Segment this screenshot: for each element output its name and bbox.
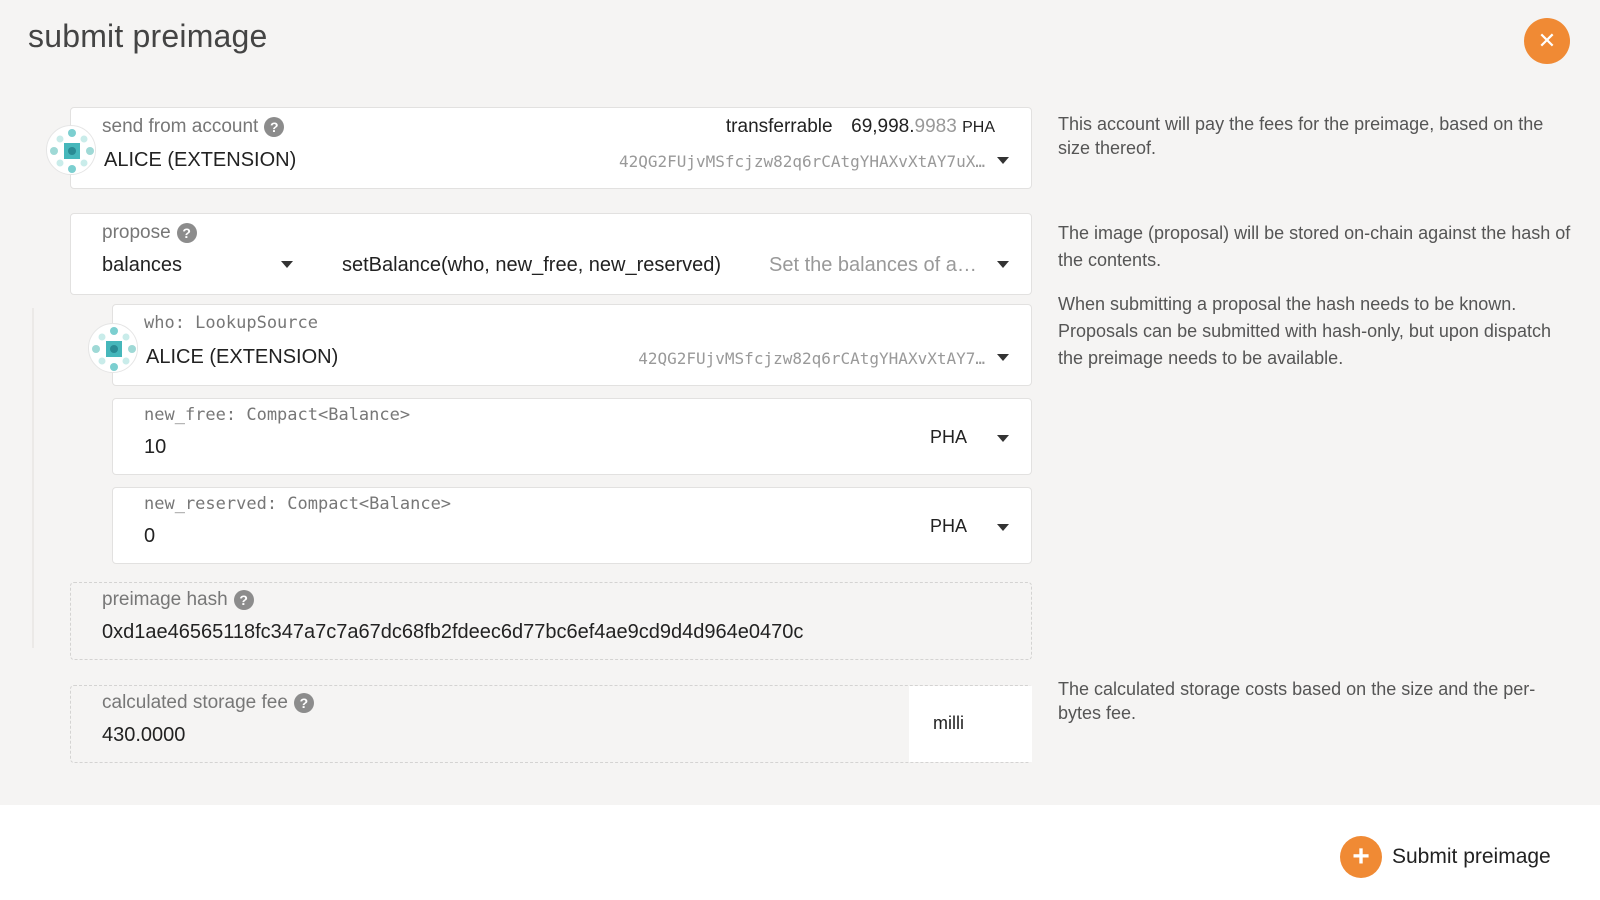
chevron-down-icon[interactable]: [997, 354, 1009, 361]
new-reserved-input[interactable]: 0: [144, 525, 155, 548]
propose-selector: propose ? balances setBalance(who, new_f…: [70, 213, 1032, 295]
who-selector[interactable]: who: LookupSource ALICE (EXTENSION) 42QG…: [112, 304, 1032, 386]
help-icon[interactable]: ?: [176, 223, 197, 243]
help-icon[interactable]: ?: [233, 590, 254, 610]
storage-fee-unit-box: milli: [909, 686, 1032, 762]
chevron-down-icon[interactable]: [997, 157, 1009, 164]
account-label-row: send from account ?: [102, 116, 285, 138]
modal-header: submit preimage ✕: [0, 0, 1600, 80]
chevron-down-icon[interactable]: [997, 524, 1009, 531]
modal-title: submit preimage: [28, 18, 268, 54]
method-chevron-down-icon[interactable]: [997, 261, 1009, 268]
modal-footer: + Submit preimage: [0, 805, 1600, 900]
account-selector[interactable]: send from account ? ALICE (EXTENSION) tr…: [70, 107, 1032, 189]
section-dropdown[interactable]: balances: [102, 254, 182, 277]
new-reserved-field: new_reserved: Compact<Balance> 0 PHA: [112, 487, 1032, 564]
help-icon[interactable]: ?: [293, 693, 314, 713]
balance-unit: PHA: [962, 119, 995, 136]
account-address: 42QG2FUjvMSfcjzw82q6rCAtgYHAXvXtAY7uX…: [618, 152, 985, 171]
who-label: who: LookupSource: [144, 313, 318, 333]
close-icon: ✕: [1537, 28, 1557, 53]
account-label: send from account: [102, 116, 259, 137]
propose-help-2: When submitting a proposal the hash need…: [1058, 294, 1551, 368]
storage-fee-unit: milli: [933, 713, 964, 733]
new-reserved-unit-select[interactable]: PHA: [930, 516, 967, 537]
submit-preimage-modal: submit preimage ✕ send from account ? AL…: [0, 0, 1600, 900]
method-description: Set the balances of a…: [769, 254, 977, 276]
section-chevron-down-icon[interactable]: [281, 261, 293, 268]
account-name: ALICE (EXTENSION): [104, 149, 297, 171]
balance-decimal: 9983: [914, 116, 957, 137]
who-avatar: [88, 323, 138, 373]
preimage-hash-label-row: preimage hash ?: [102, 589, 254, 611]
account-help: This account will pay the fees for the p…: [1058, 114, 1544, 158]
storage-fee-help: The calculated storage costs based on th…: [1058, 679, 1536, 723]
close-button[interactable]: ✕: [1524, 18, 1570, 64]
account-avatar: [46, 125, 96, 175]
chevron-down-icon[interactable]: [997, 435, 1009, 442]
new-reserved-label: new_reserved: Compact<Balance>: [144, 494, 452, 514]
storage-fee-value: 430.0000: [102, 724, 186, 746]
propose-label-row: propose ?: [102, 222, 197, 244]
new-free-field: new_free: Compact<Balance> 10 PHA: [112, 398, 1032, 475]
storage-fee-field: calculated storage fee ? 430.0000 milli: [70, 685, 1032, 763]
storage-fee-label: calculated storage fee: [102, 692, 288, 713]
submit-preimage-label: Submit preimage: [1392, 845, 1551, 868]
params-indent-line: [32, 308, 34, 648]
propose-help-1: The image (proposal) will be stored on-c…: [1058, 223, 1571, 270]
who-name: ALICE (EXTENSION): [146, 346, 339, 368]
new-free-label: new_free: Compact<Balance>: [144, 405, 411, 425]
new-free-input[interactable]: 10: [144, 436, 166, 459]
storage-fee-label-row: calculated storage fee ?: [102, 692, 314, 714]
help-icon[interactable]: ?: [264, 117, 285, 137]
propose-label: propose: [102, 222, 171, 243]
preimage-hash-field: preimage hash ? 0xd1ae46565118fc347a7c7a…: [70, 582, 1032, 660]
transferrable-label: transferrable: [725, 116, 833, 137]
new-free-unit-select[interactable]: PHA: [930, 427, 967, 448]
method-dropdown[interactable]: setBalance(who, new_free, new_reserved): [342, 254, 721, 277]
preimage-hash-value: 0xd1ae46565118fc347a7c7a67dc68fb2fdeec6d…: [102, 621, 804, 643]
preimage-hash-label: preimage hash: [102, 589, 228, 610]
modal-content: send from account ? ALICE (EXTENSION) tr…: [0, 80, 1600, 805]
balance-main: 69,998.: [851, 116, 915, 137]
submit-preimage-button[interactable]: + Submit preimage: [1340, 835, 1551, 879]
transferrable-balance: transferrable 69,998.9983 PHA: [726, 116, 995, 138]
who-address: 42QG2FUjvMSfcjzw82q6rCAtgYHAXvXtAY7…: [638, 349, 985, 368]
plus-icon: +: [1340, 836, 1382, 878]
